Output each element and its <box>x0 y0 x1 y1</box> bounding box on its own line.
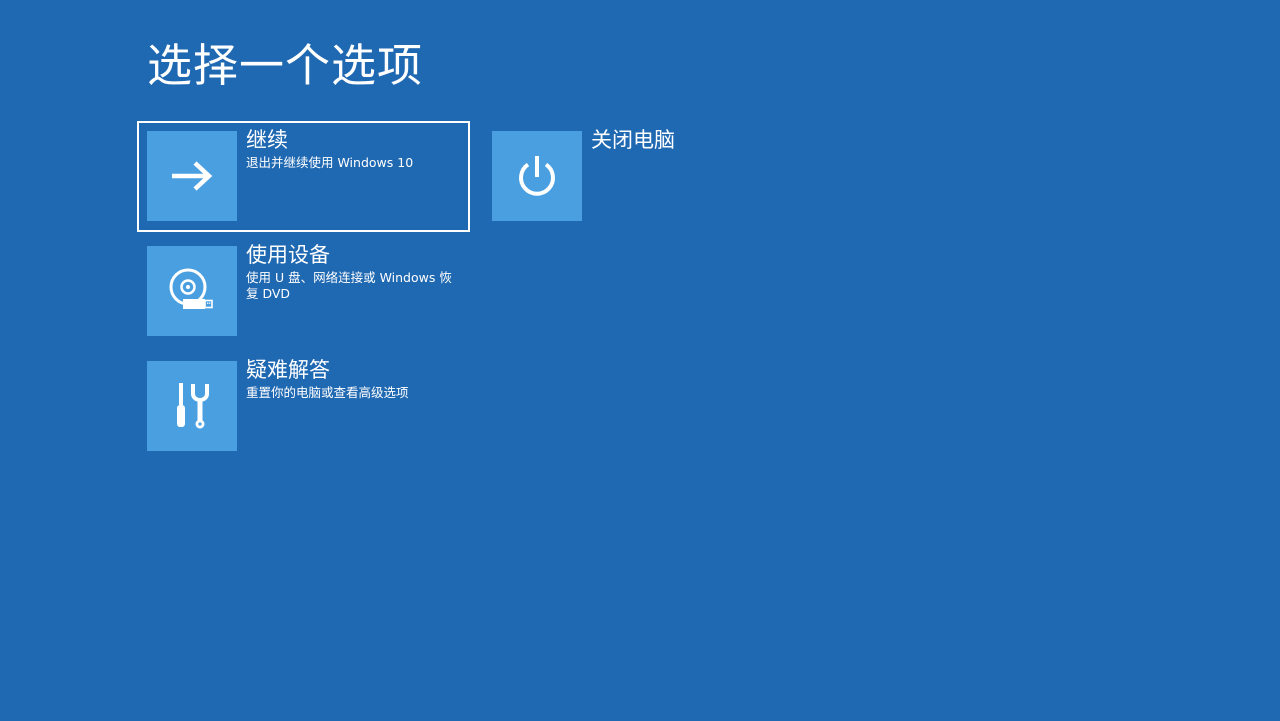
shutdown-tile <box>492 131 582 221</box>
shutdown-title: 关闭电脑 <box>591 128 675 152</box>
power-icon <box>519 156 555 196</box>
troubleshoot-description: 重置你的电脑或查看高级选项 <box>246 385 409 400</box>
page-title: 选择一个选项 <box>147 39 424 92</box>
continue-option[interactable]: 继续 退出并继续使用 Windows 10 <box>137 121 470 232</box>
troubleshoot-tile <box>147 361 237 451</box>
continue-title: 继续 <box>246 128 288 152</box>
arrow-right-icon <box>172 161 213 191</box>
troubleshoot-option[interactable]: 疑难解答 重置你的电脑或查看高级选项 <box>138 352 469 461</box>
use-device-option[interactable]: 使用设备 使用 U 盘、网络连接或 Windows 恢复 DVD <box>138 237 469 346</box>
continue-description: 退出并继续使用 Windows 10 <box>246 155 414 170</box>
shutdown-option[interactable]: 关闭电脑 <box>483 122 814 231</box>
use-device-tile <box>147 246 237 336</box>
use-device-title: 使用设备 <box>246 243 330 267</box>
troubleshoot-title: 疑难解答 <box>246 358 330 382</box>
use-device-description: 使用 U 盘、网络连接或 Windows 恢复 DVD <box>246 270 452 301</box>
continue-tile <box>147 131 237 221</box>
tools-icon <box>177 383 209 429</box>
disc-usb-icon <box>169 268 213 309</box>
